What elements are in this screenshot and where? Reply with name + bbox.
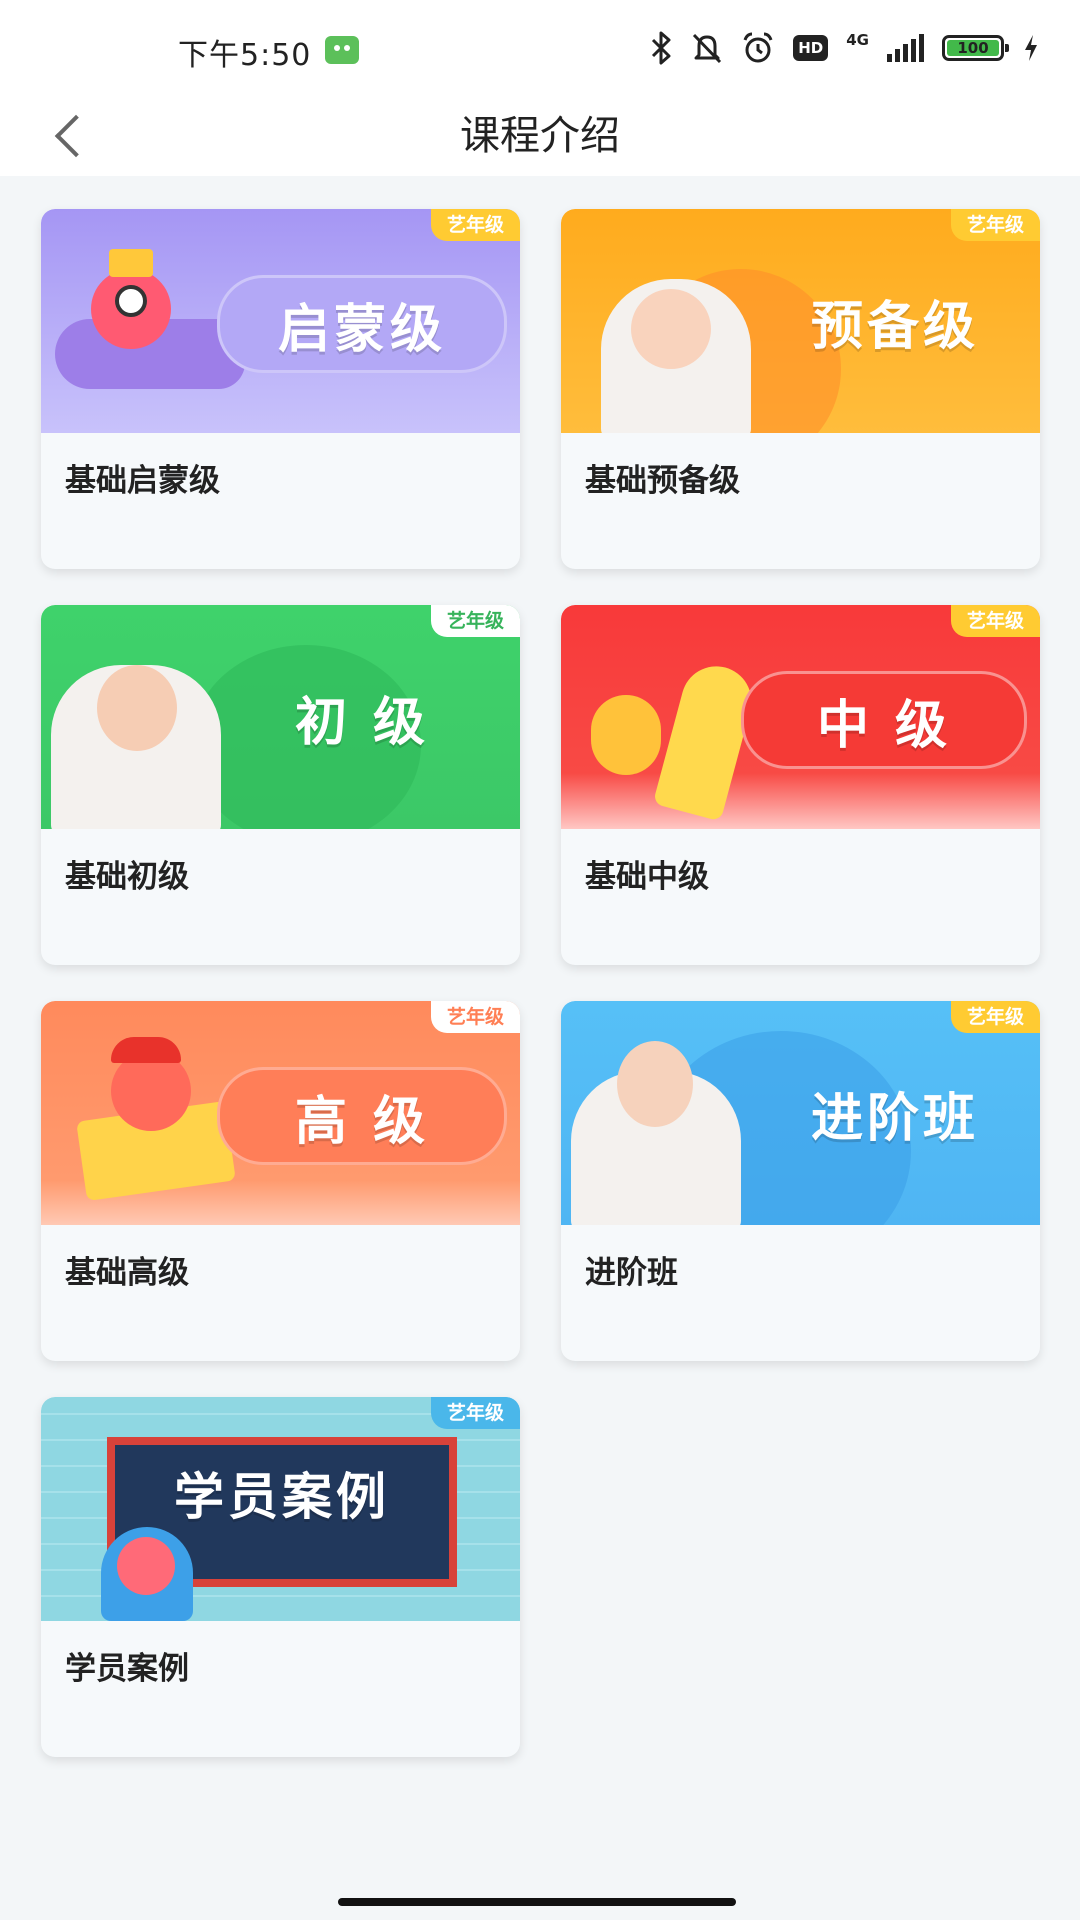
course-title: 基础初级 <box>65 859 189 895</box>
course-title: 学员案例 <box>65 1651 189 1687</box>
status-icons: HD 4G 100 <box>649 28 1040 68</box>
course-card-student-cases[interactable]: 学员案例 艺年级 学员案例 <box>41 1397 520 1757</box>
child-face <box>97 665 177 751</box>
microphone-illustration <box>652 658 760 822</box>
banner-title: 学员案例 <box>174 1468 390 1526</box>
course-card-advanced[interactable]: 高 级 艺年级 基础高级 <box>41 1001 520 1361</box>
status-bar: 下午5:50 HD 4G 100 <box>0 0 1080 96</box>
charging-icon <box>1025 35 1037 61</box>
chevron-left-icon <box>54 114 98 158</box>
grade-tag: 艺年级 <box>430 605 520 637</box>
banner-title: 启蒙级 <box>217 275 507 373</box>
course-card-elementary[interactable]: 初 级 艺年级 基础初级 <box>41 605 520 965</box>
course-banner: 高 级 艺年级 <box>41 1001 520 1225</box>
network-type: 4G <box>846 31 869 49</box>
battery-level: 100 <box>947 40 999 56</box>
battery-icon: 100 <box>942 35 1009 61</box>
course-banner: 预备级 艺年级 <box>561 209 1040 433</box>
app-notification-icon <box>325 36 359 64</box>
mascot-face <box>117 1537 175 1595</box>
grade-tag: 艺年级 <box>430 1397 520 1429</box>
course-card-intermediate[interactable]: 中 级 艺年级 基础中级 <box>561 605 1040 965</box>
grade-tag: 艺年级 <box>950 1001 1040 1033</box>
banner-title: 高 级 <box>217 1067 507 1165</box>
course-title: 基础中级 <box>585 859 709 895</box>
mascot-illustration <box>591 695 661 775</box>
banner-title: 中 级 <box>741 671 1027 769</box>
course-title: 基础启蒙级 <box>65 463 220 499</box>
back-button[interactable] <box>30 96 110 176</box>
page-title: 课程介绍 <box>460 113 620 159</box>
crown-illustration <box>109 249 153 277</box>
child-face <box>617 1041 693 1127</box>
course-card-preparatory[interactable]: 预备级 艺年级 基础预备级 <box>561 209 1040 569</box>
banner-title: 预备级 <box>810 296 979 357</box>
nav-bar: 课程介绍 <box>0 96 1080 176</box>
banner-title: 初 级 <box>294 692 430 753</box>
grade-tag: 艺年级 <box>950 605 1040 637</box>
grade-tag: 艺年级 <box>430 209 520 241</box>
bluetooth-icon <box>652 31 671 65</box>
mascot-eye <box>115 285 147 317</box>
course-banner: 中 级 艺年级 <box>561 605 1040 829</box>
course-banner: 进阶班 艺年级 <box>561 1001 1040 1225</box>
mute-bell-icon <box>693 33 722 64</box>
course-banner: 初 级 艺年级 <box>41 605 520 829</box>
course-title: 基础高级 <box>65 1255 189 1291</box>
course-card-advanced-class[interactable]: 进阶班 艺年级 进阶班 <box>561 1001 1040 1361</box>
banner-title: 进阶班 <box>810 1088 979 1149</box>
course-banner: 学员案例 艺年级 <box>41 1397 520 1621</box>
course-card-enlightenment[interactable]: 启蒙级 艺年级 基础启蒙级 <box>41 209 520 569</box>
status-time: 下午5:50 <box>178 38 312 73</box>
hd-badge: HD <box>793 35 829 61</box>
santa-hat-illustration <box>111 1037 181 1063</box>
grade-tag: 艺年级 <box>430 1001 520 1033</box>
alarm-icon <box>743 32 773 63</box>
child-face <box>631 289 711 369</box>
mascot-illustration <box>111 1051 191 1131</box>
grade-tag: 艺年级 <box>950 209 1040 241</box>
home-indicator[interactable] <box>338 1898 736 1906</box>
course-title: 进阶班 <box>585 1255 678 1291</box>
signal-icon <box>887 34 924 62</box>
course-title: 基础预备级 <box>585 463 740 499</box>
course-banner: 启蒙级 艺年级 <box>41 209 520 433</box>
